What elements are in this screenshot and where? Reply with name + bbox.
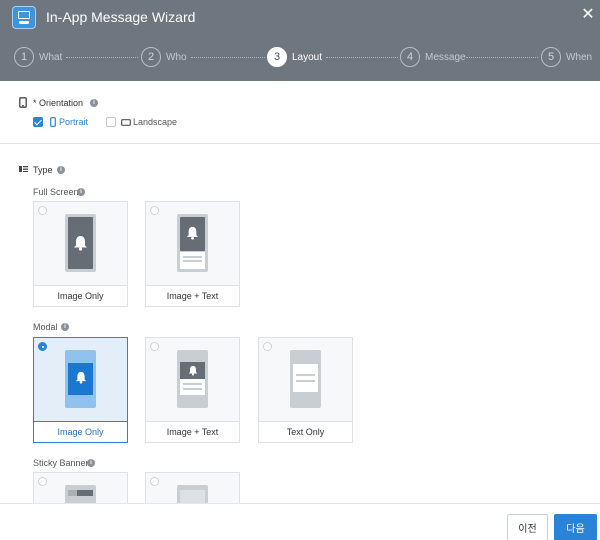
card-preview: [146, 338, 239, 422]
step-connector: [66, 57, 138, 58]
radio-button[interactable]: [263, 342, 272, 351]
step-label: Message: [425, 51, 466, 63]
message-icon: [12, 6, 36, 29]
close-icon[interactable]: ✕: [580, 6, 596, 24]
step-when[interactable]: 5 When: [541, 46, 592, 68]
layout-type-icon: [19, 166, 28, 172]
info-icon[interactable]: i: [77, 188, 85, 196]
wizard-footer: 이전 다음: [0, 503, 600, 540]
text-line: [183, 256, 202, 258]
step-label: When: [566, 51, 593, 63]
orientation-label: * Orientation: [33, 98, 84, 108]
radio-button[interactable]: [150, 342, 159, 351]
card-preview: [259, 338, 352, 422]
step-connector: [326, 57, 398, 58]
bell-icon: [74, 236, 87, 251]
card-caption: Text Only: [259, 422, 352, 442]
step-message[interactable]: 4 Message: [400, 46, 466, 68]
step-what[interactable]: 1 What: [14, 46, 62, 68]
info-icon[interactable]: i: [87, 459, 95, 467]
full-screen-label: Full Screen: [33, 187, 79, 197]
text-area: [180, 379, 205, 395]
step-label: Layout: [292, 51, 323, 63]
step-number: 5: [541, 47, 561, 67]
text-area: [293, 364, 318, 392]
step-number: 1: [14, 47, 34, 67]
text-line: [183, 388, 202, 390]
radio-button[interactable]: [38, 342, 47, 351]
modal-image-text-card[interactable]: Image + Text: [145, 337, 240, 443]
radio-button[interactable]: [150, 206, 159, 215]
section-divider: [0, 143, 600, 144]
modal-image-only-card[interactable]: Image Only: [33, 337, 128, 443]
banner-image: [68, 490, 77, 496]
step-number: 2: [141, 47, 161, 67]
bell-icon: [75, 371, 87, 384]
type-label: Type: [33, 165, 53, 175]
banner-area: [180, 490, 205, 504]
wizard-stepper: 1 What 2 Who 3 Layout 4 Message 5 When: [0, 34, 600, 81]
step-label: What: [39, 51, 63, 63]
modal-label: Modal: [33, 322, 58, 332]
radio-button[interactable]: [38, 206, 47, 215]
full-screen-image-only-card[interactable]: Image Only: [33, 201, 128, 307]
bell-icon: [186, 226, 199, 240]
step-connector: [466, 57, 538, 58]
card-preview: [34, 338, 127, 422]
step-connector: [191, 57, 265, 58]
info-icon[interactable]: i: [90, 99, 98, 107]
portrait-icon: [50, 117, 56, 127]
card-caption: Image Only: [34, 286, 127, 306]
full-screen-image-text-card[interactable]: Image + Text: [145, 201, 240, 307]
step-number: 4: [400, 47, 420, 67]
window-title: In-App Message Wizard: [46, 9, 196, 25]
text-line: [183, 260, 202, 262]
modal-text-only-card[interactable]: Text Only: [258, 337, 353, 443]
text-line: [296, 380, 315, 382]
portrait-checkbox[interactable]: [33, 117, 43, 127]
step-who[interactable]: 2 Who: [141, 46, 187, 68]
card-caption: Image + Text: [146, 422, 239, 442]
card-preview: [146, 202, 239, 286]
radio-button[interactable]: [38, 477, 47, 486]
landscape-checkbox[interactable]: [106, 117, 116, 127]
portrait-label[interactable]: Portrait: [59, 117, 88, 127]
text-line: [183, 383, 202, 385]
step-layout[interactable]: 3 Layout: [267, 46, 322, 68]
card-caption: Image Only: [34, 422, 127, 442]
sticky-banner-label: Sticky Banner: [33, 458, 89, 468]
card-preview: [34, 202, 127, 286]
previous-button[interactable]: 이전: [507, 514, 548, 540]
text-line: [296, 374, 315, 376]
info-icon[interactable]: i: [57, 166, 65, 174]
mobile-phone-icon: [19, 97, 27, 108]
radio-button[interactable]: [150, 477, 159, 486]
step-label: Who: [166, 51, 187, 63]
landscape-label[interactable]: Landscape: [133, 117, 177, 127]
next-button[interactable]: 다음: [554, 514, 597, 540]
bell-icon: [188, 365, 198, 376]
card-caption: Image + Text: [146, 286, 239, 306]
info-icon[interactable]: i: [61, 323, 69, 331]
wizard-header: In-App Message Wizard ✕: [0, 0, 600, 34]
step-number: 3: [267, 47, 287, 67]
landscape-icon: [121, 119, 131, 126]
